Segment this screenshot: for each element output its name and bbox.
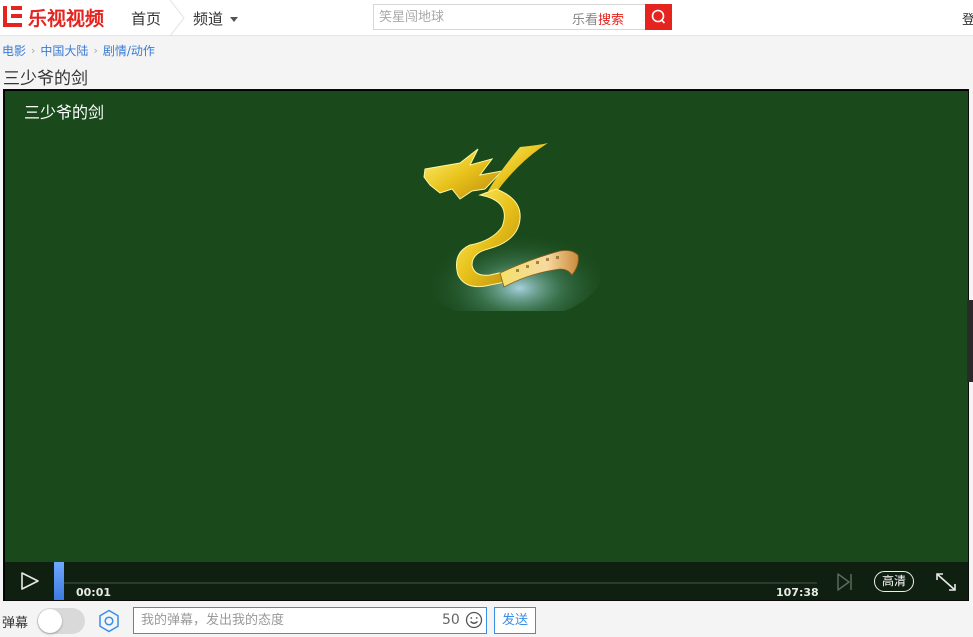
video-title-overlay: 三少爷的剑 bbox=[24, 103, 105, 122]
danmu-input[interactable] bbox=[134, 608, 434, 633]
search-hint-suffix: 搜索 bbox=[598, 13, 625, 28]
danmu-input-box: 50 bbox=[133, 607, 487, 634]
search-box: 乐看搜索 bbox=[373, 4, 672, 30]
smiley-icon bbox=[465, 611, 483, 629]
danmu-bar: 弹幕 50 发送 bbox=[0, 602, 973, 637]
chevron-right-icon: › bbox=[31, 44, 36, 57]
caret-down-icon bbox=[230, 16, 239, 22]
breadcrumb-item-region[interactable]: 中国大陆 bbox=[40, 42, 88, 59]
next-episode-button[interactable] bbox=[836, 572, 854, 592]
search-brand-hint: 乐看搜索 bbox=[572, 9, 624, 28]
quality-button[interactable]: 高清 bbox=[874, 571, 914, 592]
danmu-toggle[interactable] bbox=[37, 608, 85, 634]
video-surface[interactable]: 三少爷的剑 bbox=[5, 91, 968, 562]
site-logo[interactable]: 乐视视频 bbox=[2, 4, 104, 30]
danmu-settings-button[interactable] bbox=[97, 609, 121, 633]
play-icon bbox=[21, 572, 39, 590]
danmu-char-count: 50 bbox=[442, 612, 460, 628]
skip-next-icon bbox=[837, 573, 852, 591]
search-hint-prefix: 乐看 bbox=[572, 13, 599, 28]
current-time: 00:01 bbox=[76, 586, 112, 599]
breadcrumb-item-movie[interactable]: 电影 bbox=[2, 42, 26, 59]
video-player: 三少爷的剑 00:01 107:38 高清 bbox=[3, 89, 969, 601]
nav-channel-label: 频道 bbox=[193, 10, 224, 28]
page-title: 三少爷的剑 bbox=[3, 69, 88, 89]
search-icon bbox=[651, 9, 666, 24]
gear-icon bbox=[99, 609, 119, 633]
player-controls: 00:01 107:38 高清 bbox=[5, 562, 968, 600]
fullscreen-button[interactable] bbox=[934, 571, 958, 593]
fullscreen-icon bbox=[936, 573, 956, 591]
breadcrumb: 电影 › 中国大陆 › 剧情/动作 bbox=[2, 42, 155, 59]
danmu-send-button[interactable]: 发送 bbox=[494, 607, 536, 634]
nav-home-link[interactable]: 首页 bbox=[131, 8, 161, 29]
emoji-button[interactable] bbox=[465, 611, 483, 629]
logo-text: 乐视视频 bbox=[28, 7, 105, 30]
search-button[interactable] bbox=[645, 4, 672, 30]
dragon-logo-image bbox=[415, 143, 600, 311]
play-button[interactable] bbox=[19, 571, 41, 591]
toggle-knob bbox=[38, 609, 62, 633]
breadcrumb-item-genre[interactable]: 剧情/动作 bbox=[103, 42, 155, 59]
nav-channel-dropdown[interactable]: 频道 bbox=[193, 8, 239, 29]
progress-handle[interactable] bbox=[54, 562, 64, 600]
top-nav-bar: 乐视视频 首页 频道 乐看搜索 登 bbox=[0, 0, 973, 37]
side-panel-toggle[interactable] bbox=[967, 300, 973, 382]
progress-bar[interactable] bbox=[57, 582, 817, 584]
chevron-right-icon: › bbox=[93, 44, 98, 57]
login-link[interactable]: 登 bbox=[962, 9, 973, 28]
danmu-label: 弹幕 bbox=[2, 616, 29, 631]
letv-logo-icon bbox=[2, 5, 24, 29]
nav-separator bbox=[168, 0, 186, 37]
total-time: 107:38 bbox=[776, 586, 819, 599]
